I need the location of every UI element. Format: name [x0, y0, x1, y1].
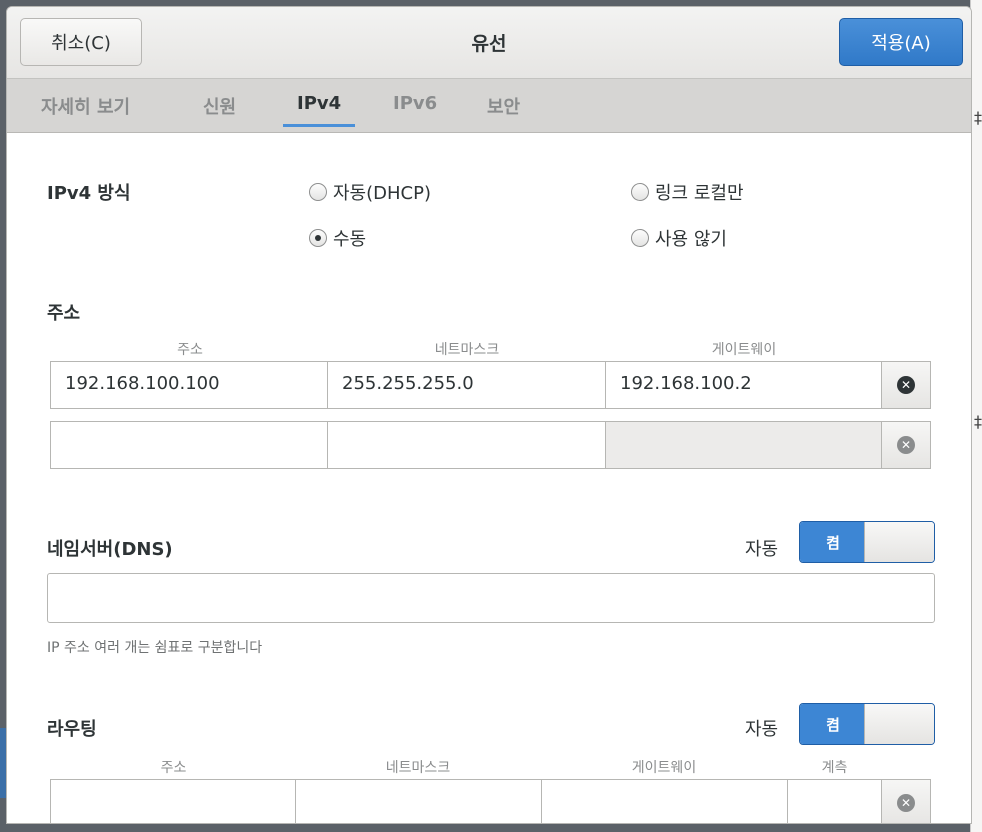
- radio-circle: [631, 183, 649, 201]
- dialog-header: 취소(C) 유선 적용(A): [7, 7, 971, 79]
- tab-bar: 자세히 보기 신원 IPv4 IPv6 보안: [7, 79, 971, 133]
- route-metric-input[interactable]: [787, 779, 882, 823]
- background-glyph: ‡: [974, 412, 982, 431]
- routing-auto-label: 자동: [745, 719, 779, 740]
- gateway-input[interactable]: 192.168.100.2: [605, 361, 882, 409]
- gateway-input-empty[interactable]: [605, 421, 882, 469]
- delete-address-button[interactable]: ✕: [881, 361, 931, 409]
- route-column-header-metric: 계측: [821, 760, 848, 776]
- ipv4-method-label: IPv4 방식: [47, 183, 131, 204]
- netmask-input[interactable]: 255.255.255.0: [327, 361, 606, 409]
- dialog-title: 유선: [471, 33, 507, 55]
- route-netmask-input[interactable]: [295, 779, 542, 823]
- switch-knob: [864, 522, 934, 562]
- route-column-header-gateway: 게이트웨이: [631, 760, 697, 776]
- address-input[interactable]: 192.168.100.100: [50, 361, 328, 409]
- radio-link-local-only[interactable]: 링크 로컬만: [631, 179, 744, 205]
- radio-label: 사용 않기: [655, 229, 727, 250]
- delete-address-button[interactable]: ✕: [881, 421, 931, 469]
- radio-circle: [309, 183, 327, 201]
- radio-label: 자동(DHCP): [333, 183, 431, 204]
- address-input-empty[interactable]: [50, 421, 328, 469]
- dns-input[interactable]: [47, 573, 935, 623]
- switch-on-label: 켬: [800, 704, 866, 744]
- tab-identity[interactable]: 신원: [203, 93, 236, 131]
- route-column-header-netmask: 네트마스크: [385, 760, 451, 776]
- addresses-section-title: 주소: [47, 303, 81, 324]
- background-glyph: ‡: [974, 108, 982, 127]
- route-gateway-input[interactable]: [541, 779, 788, 823]
- delete-route-button[interactable]: ✕: [881, 779, 931, 823]
- close-icon: ✕: [897, 436, 915, 454]
- route-address-input[interactable]: [50, 779, 296, 823]
- column-header-netmask: 네트마스크: [434, 342, 500, 358]
- tab-ipv4[interactable]: IPv4: [282, 93, 356, 127]
- radio-circle-checked: [309, 229, 327, 247]
- wired-connection-dialog: 취소(C) 유선 적용(A) 자세히 보기 신원 IPv4 IPv6 보안 IP…: [6, 6, 972, 824]
- radio-manual[interactable]: 수동: [309, 225, 366, 251]
- dns-section-title: 네임서버(DNS): [47, 539, 173, 560]
- radio-disabled[interactable]: 사용 않기: [631, 225, 727, 251]
- column-header-gateway: 게이트웨이: [711, 342, 777, 358]
- netmask-input-empty[interactable]: [327, 421, 606, 469]
- radio-label: 수동: [333, 229, 367, 250]
- radio-circle: [631, 229, 649, 247]
- tab-security[interactable]: 보안: [487, 93, 520, 131]
- switch-knob: [864, 704, 934, 744]
- close-icon: ✕: [897, 376, 915, 394]
- radio-automatic-dhcp[interactable]: 자동(DHCP): [309, 179, 431, 205]
- dns-auto-switch[interactable]: 켬: [799, 521, 935, 563]
- dns-hint: IP 주소 여러 개는 쉼표로 구분합니다: [47, 640, 263, 656]
- dns-auto-label: 자동: [745, 539, 779, 560]
- tab-ipv6[interactable]: IPv6: [393, 93, 437, 126]
- routing-auto-switch[interactable]: 켬: [799, 703, 935, 745]
- switch-on-label: 켬: [800, 522, 866, 562]
- scroll-edge-divider: [7, 823, 971, 824]
- route-column-header-address: 주소: [160, 760, 187, 776]
- routing-section-title: 라우팅: [47, 719, 97, 740]
- close-icon: ✕: [897, 794, 915, 812]
- column-header-address: 주소: [177, 342, 203, 358]
- tab-details[interactable]: 자세히 보기: [41, 93, 130, 131]
- apply-button[interactable]: 적용(A): [839, 18, 963, 66]
- radio-label: 링크 로컬만: [655, 183, 744, 204]
